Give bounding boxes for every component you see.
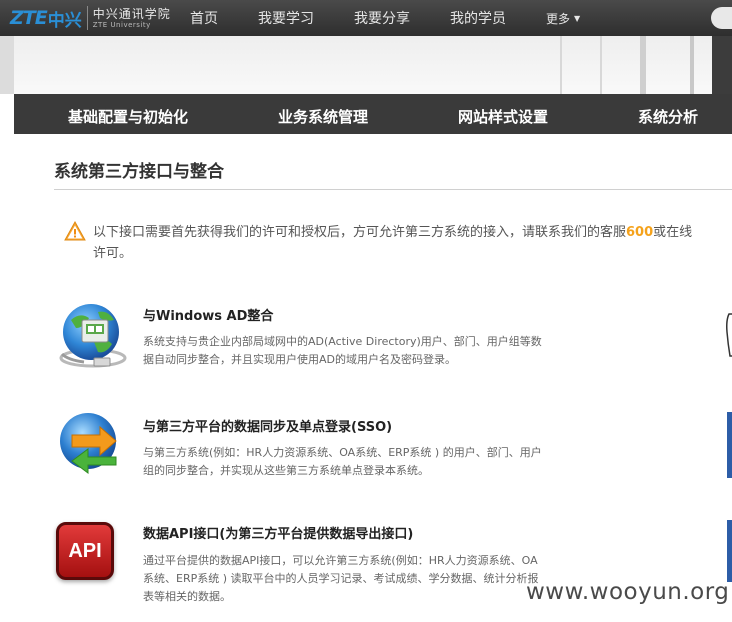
integration-desc: 与第三方系统(例如：HR人力资源系统、OA系统、ERP系统 ) 的用户、部门、用… <box>143 446 542 477</box>
section-tabs: 基础配置与初始化 业务系统管理 网站样式设置 系统分析 <box>14 94 732 134</box>
banner-decor <box>600 36 602 94</box>
integration-desc: 通过平台提供的数据API接口，可以允许第三方系统(例如：HR人力资源系统、OA系… <box>143 554 539 603</box>
network-globe-icon <box>59 304 127 368</box>
logo[interactable]: ZTE 中兴 中兴通讯学院 ZTE University <box>10 5 171 31</box>
left-gutter <box>0 94 14 622</box>
banner-decor <box>690 36 694 94</box>
page-title: 系统第三方接口与整合 <box>54 162 224 182</box>
notice-line2: 许可。 <box>93 246 133 261</box>
notice-text-before: 以下接口需要首先获得我们的许可和授权后，方可允许第三方系统的接入，请联系我们的客… <box>93 225 627 240</box>
tab-basic-config[interactable]: 基础配置与初始化 <box>68 106 188 127</box>
notice-text: 以下接口需要首先获得我们的许可和授权后，方可允许第三方系统的接入，请联系我们的客… <box>93 222 732 264</box>
service-phone: 600 <box>626 225 654 240</box>
banner-decor <box>560 36 562 94</box>
logo-name-cn: 中兴通讯学院 <box>92 6 171 21</box>
sync-arrows-icon <box>60 413 117 474</box>
nav-more[interactable]: 更多 ▼ <box>546 10 580 27</box>
notice-text-after: 或在线 <box>653 225 693 240</box>
tab-system-analysis[interactable]: 系统分析 <box>638 106 698 127</box>
title-divider <box>54 189 732 190</box>
api-badge-label: API <box>68 539 102 562</box>
integration-title: 数据API接口(为第三方平台提供数据导出接口) <box>143 527 414 542</box>
logo-text: 中兴通讯学院 ZTE University <box>93 8 171 29</box>
integration-desc: 系统支持与贵企业内部局域网中的AD(Active Directory)用户、部门… <box>143 335 542 366</box>
phone-icon-partial <box>726 313 732 357</box>
tab-business-system[interactable]: 业务系统管理 <box>278 106 368 127</box>
user-toggle[interactable] <box>711 7 732 29</box>
action-button-partial[interactable] <box>727 412 732 478</box>
nav-learn[interactable]: 我要学习 <box>258 8 314 28</box>
header-banner <box>0 36 732 94</box>
nav-my-students[interactable]: 我的学员 <box>450 8 506 28</box>
logo-divider <box>86 6 88 30</box>
logo-brand-cn: 中兴 <box>47 10 82 31</box>
watermark: www.wooyun.org <box>526 579 730 605</box>
tab-site-style[interactable]: 网站样式设置 <box>458 106 548 127</box>
integration-title: 与第三方平台的数据同步及单点登录(SSO) <box>143 420 393 435</box>
logo-brand: ZTE <box>10 7 48 29</box>
top-navbar: ZTE 中兴 中兴通讯学院 ZTE University 首页 我要学习 我要分… <box>0 0 732 36</box>
main-nav: 首页 我要学习 我要分享 我的学员 更多 ▼ <box>190 0 580 36</box>
banner-decor <box>712 36 732 94</box>
logo-name-en: ZTE University <box>92 20 151 29</box>
api-icon: API <box>56 522 114 580</box>
banner-decor <box>640 36 646 94</box>
nav-home[interactable]: 首页 <box>190 8 218 28</box>
action-button-partial[interactable] <box>727 520 732 582</box>
banner-left-band <box>0 36 14 94</box>
integration-title: 与Windows AD整合 <box>143 309 274 324</box>
nav-more-label: 更多 <box>546 11 571 26</box>
warning-icon <box>64 221 86 241</box>
nav-share[interactable]: 我要分享 <box>354 8 410 28</box>
chevron-down-icon: ▼ <box>574 13 581 23</box>
